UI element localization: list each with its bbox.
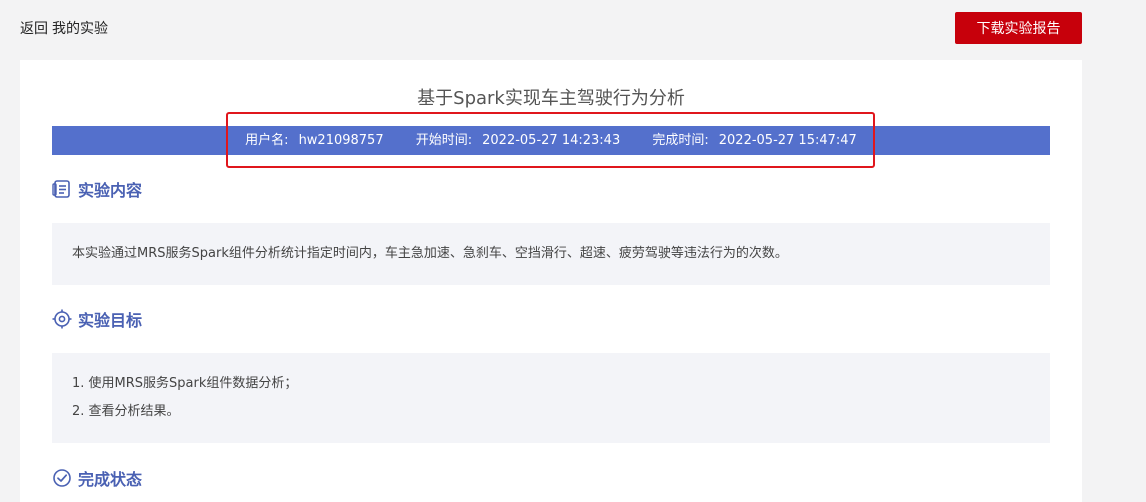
start-time-label: 开始时间:	[415, 133, 473, 148]
back-label[interactable]: 返回	[20, 21, 48, 37]
target-icon	[52, 309, 72, 329]
top-bar: 返回 我的实验 下载实验报告	[0, 0, 1146, 58]
finish-time-label: 完成时间:	[652, 133, 709, 148]
experiment-panel: 基于Spark实现车主驾驶行为分析 用户名: hw21098757 开始时间: 20…	[20, 60, 1082, 502]
section-content-title: 实验内容	[78, 181, 143, 200]
start-time-value: 2022-05-27 14:23:43	[482, 133, 621, 148]
section-goals-heading: 实验目标	[52, 308, 142, 330]
section-status-heading: 完成状态	[52, 467, 142, 489]
finish-time-value: 2022-05-27 15:47:47	[718, 133, 857, 148]
username-value: hw21098757	[298, 133, 384, 148]
section-status-title: 完成状态	[78, 470, 143, 489]
goal-item: 1. 使用MRS服务Spark组件数据分析；	[72, 376, 298, 391]
experiment-content-text: 本实验通过MRS服务Spark组件分析统计指定时间内，车主急加速、急刹车、空挡滑…	[72, 246, 788, 261]
back-link[interactable]: 返回 我的实验	[20, 18, 112, 38]
download-report-button[interactable]: 下载实验报告	[955, 12, 1082, 44]
experiment-goals-box: 1. 使用MRS服务Spark组件数据分析； 2. 查看分析结果。	[52, 353, 1050, 443]
breadcrumb-current: 我的实验	[52, 21, 108, 37]
document-list-icon	[52, 179, 72, 199]
username-label: 用户名:	[245, 133, 289, 148]
username-item: 用户名: hw21098757	[245, 126, 383, 155]
experiment-content-box: 本实验通过MRS服务Spark组件分析统计指定时间内，车主急加速、急刹车、空挡滑…	[52, 223, 1050, 285]
experiment-title: 基于Spark实现车主驾驶行为分析	[417, 88, 685, 109]
experiment-info-bar: 用户名: hw21098757 开始时间: 2022-05-27 14:23:43 …	[52, 126, 1050, 155]
section-content-heading: 实验内容	[52, 178, 142, 200]
finish-time-item: 完成时间: 2022-05-27 15:47:47	[652, 126, 856, 155]
section-goals-title: 实验目标	[78, 311, 143, 330]
goal-item: 2. 查看分析结果。	[72, 404, 180, 419]
check-circle-icon	[52, 468, 72, 488]
start-time-item: 开始时间: 2022-05-27 14:23:43	[416, 126, 620, 155]
